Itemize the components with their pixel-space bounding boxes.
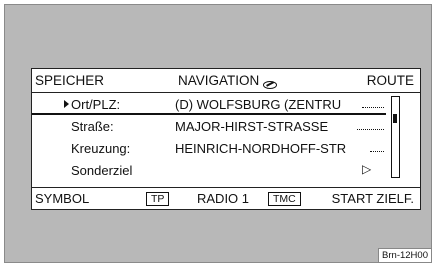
dot-leader <box>370 151 384 152</box>
speicher-softkey[interactable]: SPEICHER <box>35 73 104 88</box>
radio-source-label: RADIO 1 <box>197 191 250 206</box>
list-item-ort[interactable]: Ort/PLZ: (D) WOLFSBURG (ZENTRU <box>32 94 386 115</box>
satellite-nav-icon <box>263 81 278 90</box>
mode-title-label: NAVIGATION <box>178 73 260 88</box>
strasse-label: Straße: <box>71 119 114 134</box>
dot-leader <box>362 107 384 108</box>
scrollbar[interactable] <box>391 96 400 178</box>
sonderziel-label: Sonderziel <box>71 163 133 178</box>
symbol-softkey[interactable]: SYMBOL <box>35 191 89 206</box>
navigation-screen: SPEICHER NAVIGATION ROUTE Ort/PLZ: (D) W… <box>31 68 421 210</box>
route-softkey[interactable]: ROUTE <box>367 73 414 88</box>
bottom-softkey-bar: SYMBOL TP RADIO 1 TMC START ZIELF. <box>32 187 420 209</box>
selection-cursor-icon <box>64 100 69 108</box>
top-softkey-bar: SPEICHER NAVIGATION ROUTE <box>32 69 420 93</box>
strasse-value: MAJOR-HIRST-STRASSE <box>175 119 329 134</box>
mode-title: NAVIGATION <box>178 73 278 90</box>
list-item-kreuzung[interactable]: Kreuzung: HEINRICH-NORDHOFF-STR <box>32 138 386 159</box>
figure-caption: Brn-12H00 <box>378 248 432 263</box>
ort-value: (D) WOLFSBURG (ZENTRU <box>175 97 342 112</box>
tp-badge: TP <box>146 192 170 206</box>
scrollbar-thumb[interactable] <box>393 114 397 123</box>
kreuzung-value: HEINRICH-NORDHOFF-STR <box>175 141 347 156</box>
list-item-sonderziel[interactable]: Sonderziel ▷ <box>32 160 386 181</box>
list-item-strasse[interactable]: Straße: MAJOR-HIRST-STRASSE <box>32 116 386 137</box>
ort-label: Ort/PLZ: <box>71 97 121 112</box>
destination-list: Ort/PLZ: (D) WOLFSBURG (ZENTRU Straße: M… <box>32 94 420 186</box>
tmc-badge: TMC <box>268 192 301 206</box>
kreuzung-label: Kreuzung: <box>71 141 131 156</box>
dot-leader <box>357 129 384 130</box>
flag-icon: ▷ <box>362 162 372 176</box>
start-zielfuehrung-softkey[interactable]: START ZIELF. <box>332 191 414 206</box>
